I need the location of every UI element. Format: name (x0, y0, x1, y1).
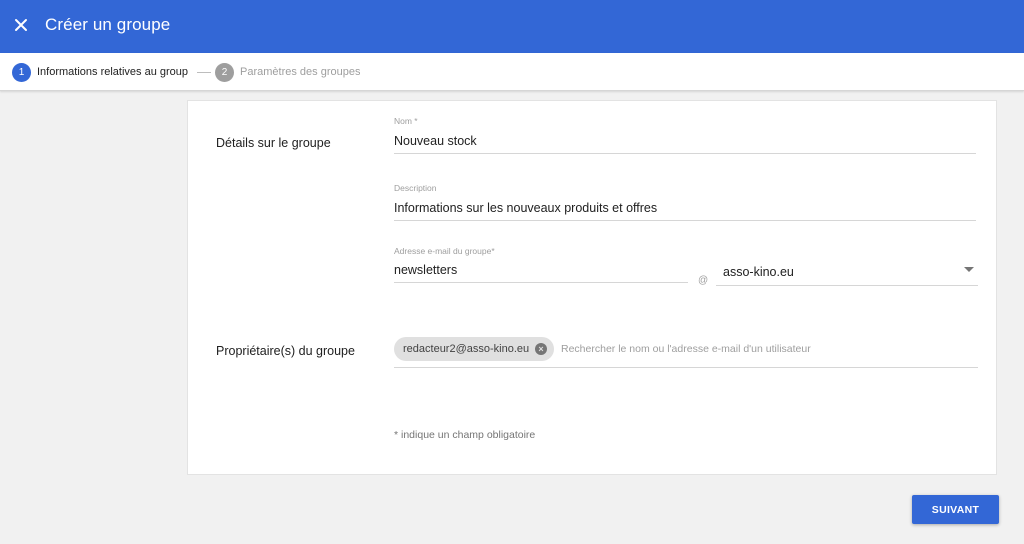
step-number-2: 2 (215, 62, 234, 82)
email-field-label: Adresse e-mail du groupe* (394, 246, 495, 256)
top-app-bar: Créer un groupe (0, 0, 1024, 53)
owners-section-label: Propriétaire(s) du groupe (216, 344, 355, 358)
domain-underline (716, 285, 978, 286)
step-number-1: 1 (12, 62, 31, 82)
stepper: 1 Informations relatives au group 2 Para… (0, 53, 1024, 91)
name-field-label: Nom * (394, 116, 418, 126)
next-button[interactable]: SUIVANT (912, 495, 999, 524)
email-local-underline (394, 282, 688, 283)
chevron-down-icon[interactable] (964, 267, 974, 272)
owner-search-input[interactable] (561, 343, 966, 355)
name-underline (394, 153, 976, 154)
step-parametres[interactable]: 2 Paramètres des groupes (215, 62, 360, 82)
at-sign: @ (698, 275, 709, 286)
step-label-1: Informations relatives au group (37, 66, 189, 78)
remove-chip-icon[interactable]: × (535, 343, 547, 355)
email-local-input[interactable] (394, 263, 684, 277)
domain-select[interactable]: asso-kino.eu (723, 265, 794, 279)
description-field-label: Description (394, 183, 437, 193)
owners-underline (394, 367, 978, 368)
step-connector (197, 72, 211, 73)
close-icon (15, 19, 27, 31)
owner-chip[interactable]: redacteur2@asso-kino.eu × (394, 337, 554, 361)
group-form-card: Détails sur le groupe Nom * Description … (187, 100, 997, 475)
close-button[interactable] (8, 12, 34, 38)
name-input[interactable] (394, 134, 974, 148)
required-footnote: * indique un champ obligatoire (394, 429, 536, 441)
step-informations[interactable]: 1 Informations relatives au group (12, 62, 189, 82)
step-label-2: Paramètres des groupes (240, 66, 361, 78)
owner-chip-email: redacteur2@asso-kino.eu (403, 343, 530, 355)
details-section-label: Détails sur le groupe (216, 136, 331, 150)
description-underline (394, 220, 976, 221)
page-title: Créer un groupe (45, 15, 171, 34)
description-input[interactable] (394, 201, 974, 215)
